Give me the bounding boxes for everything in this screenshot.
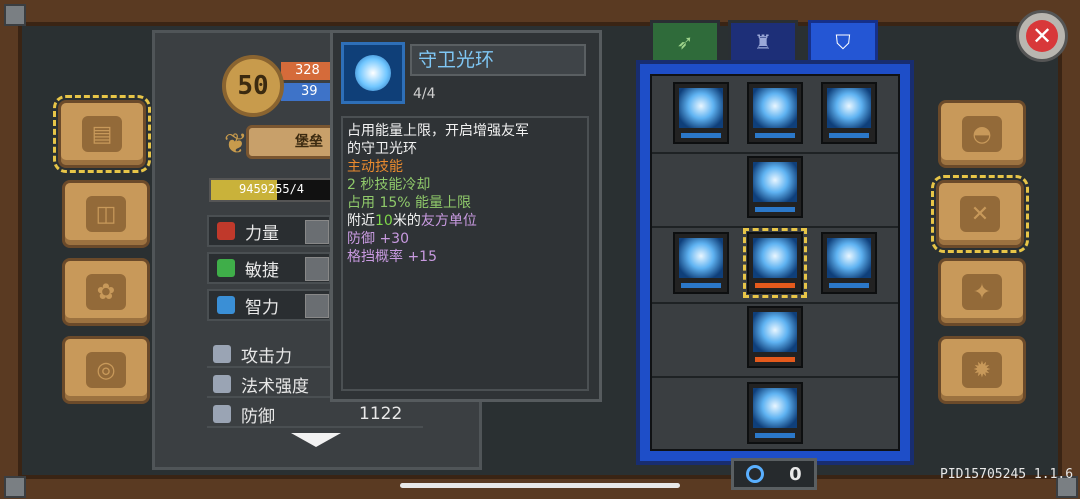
attribute-label: 智力 xyxy=(245,297,279,318)
skill-energy: 占用 15% 能量上限 xyxy=(347,195,472,211)
range-text: 附近 xyxy=(347,213,375,229)
stat-label: 攻击力 xyxy=(241,346,292,367)
skill-node-guard-aura[interactable] xyxy=(743,228,807,298)
skill-node[interactable] xyxy=(747,382,803,444)
skill-node[interactable] xyxy=(821,232,877,294)
castle-icon: ♜ xyxy=(754,29,772,54)
hp-badge: 328 xyxy=(281,62,331,80)
gear-icon: ✹ xyxy=(962,352,1002,388)
version-label: PID15705245 1.1.6 xyxy=(940,467,1074,482)
skill-block-bonus: 格挡概率 +15 xyxy=(347,249,437,265)
journal-button[interactable]: ▤ xyxy=(53,95,151,173)
skill-node[interactable] xyxy=(673,82,729,144)
skill-node[interactable] xyxy=(673,232,729,294)
guard-aura-icon xyxy=(341,42,405,104)
skill-node[interactable] xyxy=(747,306,803,368)
swords-icon: ✕ xyxy=(960,196,1000,232)
stat-defense: 防御 1122 xyxy=(207,402,423,428)
decrease-button[interactable] xyxy=(305,257,329,281)
skill-defense-bonus: 防御 +30 xyxy=(347,231,409,247)
gear-button[interactable]: ✹ xyxy=(938,336,1026,404)
level-badge: 50 xyxy=(222,55,284,117)
skill-cooldown: 2 秒技能冷却 xyxy=(347,177,431,193)
tab-shield[interactable]: ⛉ xyxy=(808,20,878,60)
compass-button[interactable]: ✦ xyxy=(938,258,1026,326)
gems-icon: ✿ xyxy=(86,274,126,310)
decrease-button[interactable] xyxy=(305,220,329,244)
tab-bow[interactable]: ➶ xyxy=(650,20,720,60)
ring-icon: ◎ xyxy=(86,352,126,388)
helmet-button[interactable]: ◓ xyxy=(938,100,1026,168)
swords-button[interactable]: ✕ xyxy=(931,175,1029,253)
fist-icon xyxy=(217,222,235,240)
helmet-icon: ◓ xyxy=(962,116,1002,152)
sword-icon xyxy=(213,345,231,363)
close-button[interactable]: ✕ xyxy=(1016,10,1068,62)
xp-bar: 9459255/4 xyxy=(209,178,333,202)
range-target: 友方单位 xyxy=(420,213,477,229)
skill-point-icon xyxy=(746,465,765,483)
skill-level: 4/4 xyxy=(413,86,436,102)
attribute-label: 力量 xyxy=(245,223,279,244)
stat-label: 防御 xyxy=(241,406,275,427)
feather-icon xyxy=(217,259,235,277)
frame-corner xyxy=(4,4,26,26)
stat-label: 法术强度 xyxy=(241,376,309,397)
skill-type: 主动技能 xyxy=(347,159,403,175)
xp-text: 9459255/4 xyxy=(239,182,305,196)
shield-tab-icon: ⛉ xyxy=(835,29,851,54)
bow-icon: ➶ xyxy=(676,29,694,54)
tab-castle[interactable]: ♜ xyxy=(728,20,798,60)
frame-corner xyxy=(4,476,26,498)
skill-node[interactable] xyxy=(747,82,803,144)
laurel-icon: ❦ xyxy=(224,127,248,160)
skill-points-counter: 0 xyxy=(731,458,817,490)
desc-line: 占用能量上限，开启增强友军 xyxy=(347,123,529,139)
scroll-down-icon[interactable] xyxy=(291,433,341,447)
chest-button[interactable]: ◫ xyxy=(62,180,150,248)
desc-line: 的守卫光环 xyxy=(347,141,417,157)
book-icon xyxy=(217,296,235,314)
skill-node[interactable] xyxy=(747,156,803,218)
shield-icon xyxy=(213,405,231,423)
range-text: 米的 xyxy=(392,213,421,229)
skill-title: 守卫光环 xyxy=(410,44,586,76)
skill-description: 占用能量上限，开启增强友军 的守卫光环 主动技能 2 秒技能冷却 占用 15% … xyxy=(341,116,589,391)
attribute-intellect: 智力 xyxy=(207,289,331,321)
decrease-button[interactable] xyxy=(305,294,329,318)
journal-icon: ▤ xyxy=(82,116,122,152)
wand-icon xyxy=(213,375,231,393)
skill-points-value: 0 xyxy=(789,463,802,485)
stat-value: 1122 xyxy=(359,404,403,424)
home-indicator[interactable] xyxy=(400,483,680,488)
attribute-label: 敏捷 xyxy=(245,260,279,281)
attribute-agility: 敏捷 xyxy=(207,252,331,284)
attribute-strength: 力量 xyxy=(207,215,331,247)
range-number: 10 xyxy=(375,213,393,229)
close-icon: ✕ xyxy=(1026,20,1058,52)
skill-range: 附近10米的友方单位 xyxy=(347,212,583,230)
ring-button[interactable]: ◎ xyxy=(62,336,150,404)
compass-icon: ✦ xyxy=(962,274,1002,310)
mp-badge: 39 xyxy=(281,83,331,101)
chest-icon: ◫ xyxy=(86,196,126,232)
skill-node[interactable] xyxy=(821,82,877,144)
gems-button[interactable]: ✿ xyxy=(62,258,150,326)
fortress-button[interactable]: 堡垒 xyxy=(246,125,336,159)
